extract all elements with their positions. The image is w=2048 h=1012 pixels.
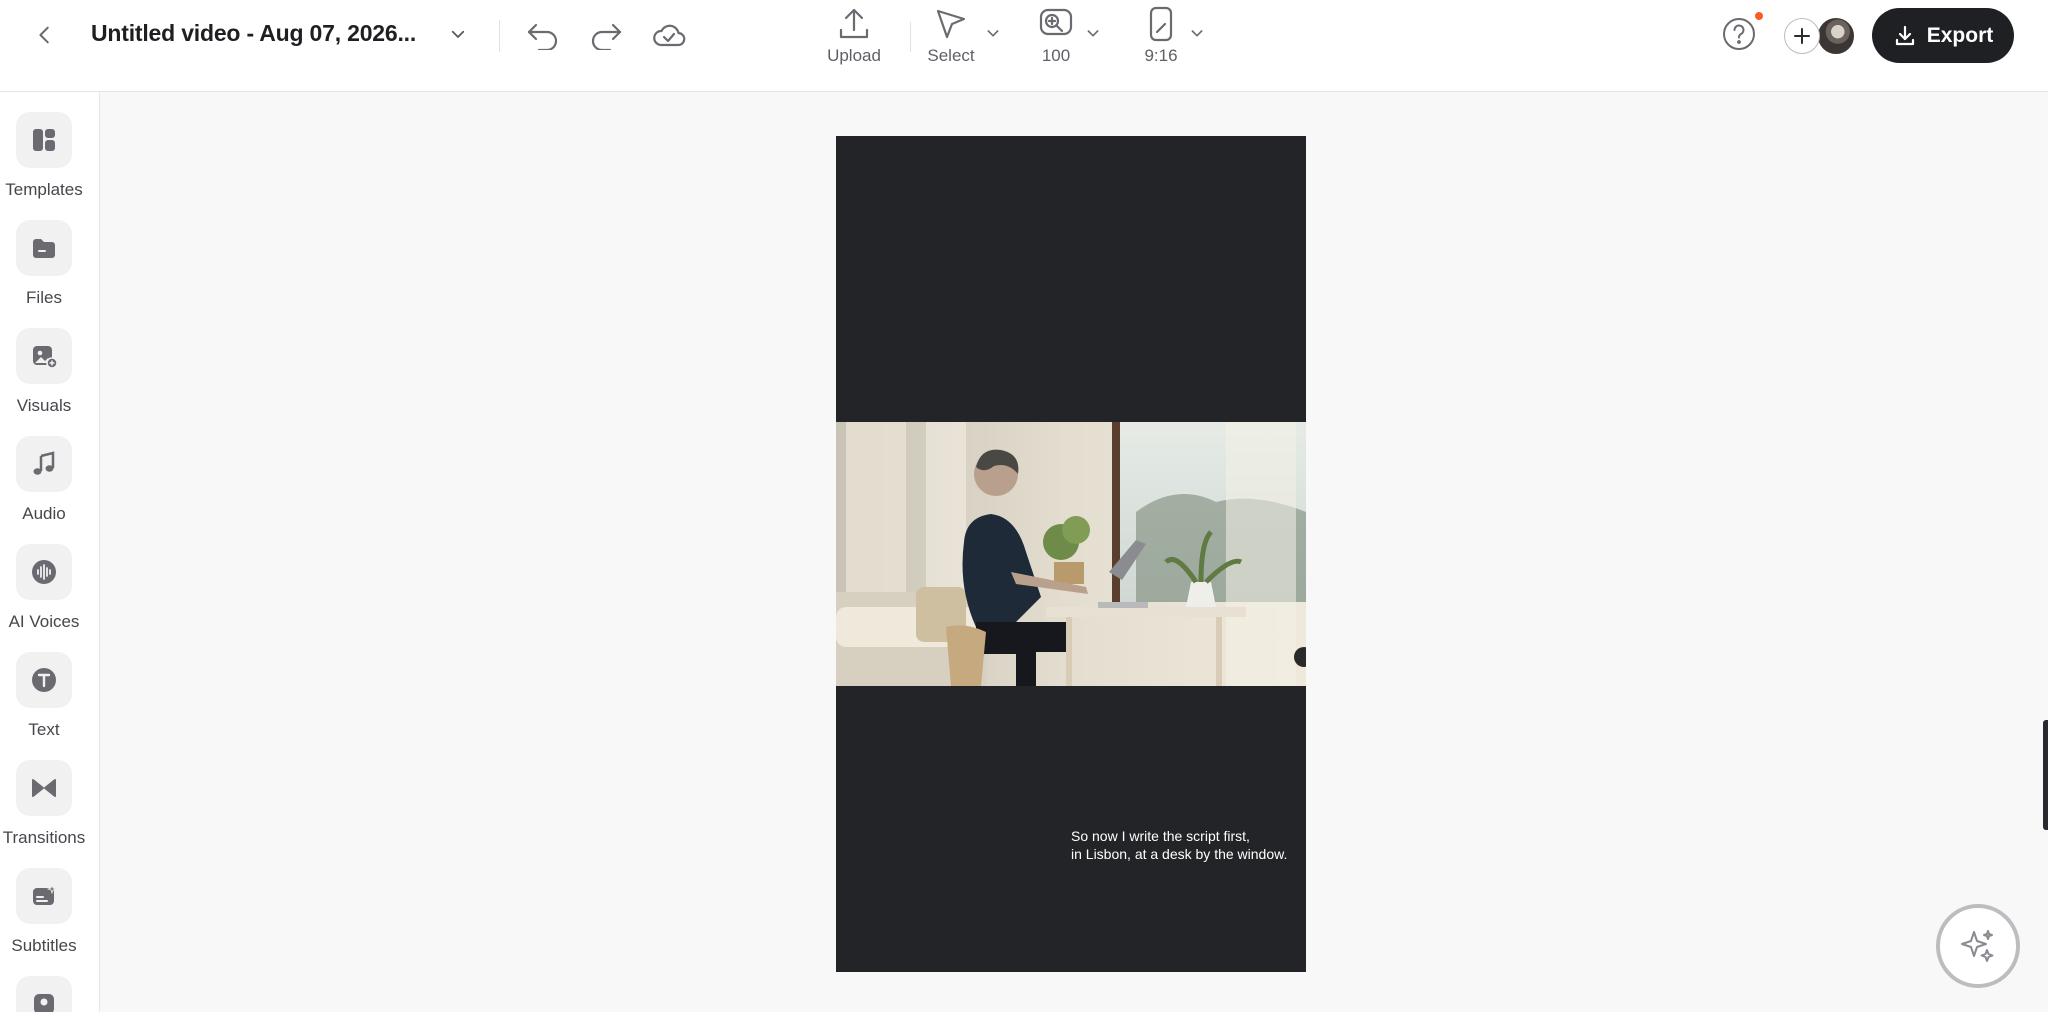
top-bar: Untitled video - Aug 07, 2026... Upload … [0, 0, 2048, 92]
chevron-down-icon [451, 30, 465, 38]
help-button[interactable] [1718, 13, 1760, 55]
text-icon [32, 668, 56, 692]
video-scene-image [836, 422, 1306, 686]
tools-divider [910, 22, 911, 52]
zoom-dropdown-button[interactable] [1082, 22, 1104, 44]
left-sidebar: Templates Files Visuals Audio AI Voices … [0, 92, 100, 1012]
select-dropdown-button[interactable] [982, 22, 1004, 44]
sparkle-icon [1961, 930, 1994, 962]
undo-icon [527, 23, 558, 50]
select-tool-button[interactable]: Select [920, 4, 982, 70]
project-title[interactable]: Untitled video - Aug 07, 2026... [91, 20, 416, 47]
music-note-icon [33, 451, 55, 475]
zoom-button[interactable]: 100 [1030, 4, 1082, 70]
sidebar-item-label: AI Voices [8, 612, 80, 631]
chevron-down-icon [987, 30, 999, 37]
export-label: Export [1926, 23, 1994, 47]
sidebar-item-label: Transitions [2, 828, 86, 847]
subtitle-line: in Lisbon, at a desk by the window. [1071, 846, 1288, 862]
sidebar-item-more[interactable] [0, 976, 88, 1012]
header-divider [499, 20, 500, 52]
upload-label: Upload [827, 46, 881, 65]
download-icon [1895, 25, 1914, 45]
folder-icon [33, 239, 55, 258]
sidebar-item-audio[interactable]: Audio [0, 436, 88, 524]
chevron-left-icon [39, 26, 49, 44]
subtitle-text[interactable]: So now I write the script first, in Lisb… [1071, 827, 1306, 863]
select-label: Select [927, 46, 975, 65]
pointer-icon [936, 9, 966, 39]
subtitles-icon [33, 883, 58, 905]
bowtie-icon [32, 779, 56, 797]
sidebar-item-ai-voices[interactable]: AI Voices [0, 544, 88, 632]
sidebar-item-label: Files [26, 288, 62, 307]
user-avatar[interactable] [1816, 16, 1856, 56]
sidebar-item-subtitles[interactable]: Subtitles [0, 868, 88, 956]
sidebar-item-transitions[interactable]: Transitions [0, 760, 88, 848]
cloud-check-icon [653, 24, 686, 47]
brand-kit-icon [34, 994, 54, 1012]
redo-button[interactable] [585, 14, 627, 56]
upload-button[interactable]: Upload [820, 4, 888, 70]
zoom-in-icon [1039, 8, 1073, 36]
title-menu-button[interactable] [444, 20, 472, 48]
sidebar-item-visuals[interactable]: Visuals [0, 328, 88, 416]
upload-icon [839, 8, 869, 39]
sidebar-item-files[interactable]: Files [0, 220, 88, 308]
video-clip-thumbnail[interactable] [836, 422, 1306, 686]
redo-icon [591, 23, 622, 50]
video-preview-frame[interactable]: So now I write the script first, in Lisb… [836, 136, 1306, 972]
ai-assistant-button[interactable] [1936, 904, 2020, 988]
chevron-down-icon [1191, 30, 1203, 37]
subtitle-line: So now I write the script first, [1071, 828, 1250, 844]
aspect-ratio-dropdown-button[interactable] [1186, 22, 1208, 44]
sidebar-item-label: Templates [5, 180, 83, 199]
sidebar-item-label: Subtitles [11, 936, 77, 955]
phone-aspect-icon [1149, 6, 1173, 42]
sidebar-item-label: Visuals [16, 396, 72, 415]
waveform-icon [32, 560, 56, 584]
sidebar-item-label: Audio [22, 504, 66, 523]
templates-icon [33, 129, 55, 151]
chevron-down-icon [1087, 30, 1099, 37]
notification-dot [1754, 11, 1764, 21]
sidebar-item-label: Text [28, 720, 60, 739]
add-collaborator-button[interactable] [1784, 18, 1820, 54]
aspect-ratio-label: 9:16 [1144, 46, 1178, 65]
zoom-level: 100 [1041, 46, 1071, 65]
image-add-icon [33, 346, 58, 369]
undo-button[interactable] [522, 14, 564, 56]
aspect-ratio-button[interactable]: 9:16 [1136, 4, 1186, 70]
plus-icon [1794, 28, 1810, 44]
panel-edge-handle[interactable] [2043, 720, 2048, 830]
back-button[interactable] [28, 18, 62, 52]
sidebar-item-templates[interactable]: Templates [0, 112, 88, 200]
cloud-saved-button[interactable] [648, 14, 690, 56]
export-button[interactable]: Export [1872, 8, 2014, 63]
question-circle-icon [1723, 18, 1755, 50]
sidebar-item-text[interactable]: Text [0, 652, 88, 740]
